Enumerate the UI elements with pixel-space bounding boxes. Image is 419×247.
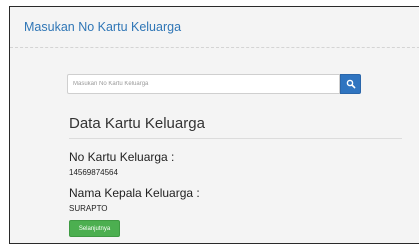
search-button[interactable] (340, 74, 361, 94)
kepala-keluarga-label: Nama Kepala Keluarga : (69, 186, 200, 200)
next-button[interactable]: Selanjutnya (69, 220, 120, 237)
kepala-keluarga-value: SURAPTO (69, 204, 108, 213)
no-kk-label: No Kartu Keluarga : (69, 150, 175, 164)
panel-heading: Masukan No Kartu Keluarga (10, 7, 419, 48)
search-icon (346, 79, 356, 89)
data-section-title: Data Kartu Keluarga (69, 115, 205, 132)
main-panel: Masukan No Kartu Keluarga Data Kartu Kel… (9, 6, 419, 244)
search-group (67, 74, 361, 94)
no-kk-value: 14569874564 (69, 168, 118, 177)
panel-title: Masukan No Kartu Keluarga (24, 20, 182, 34)
kk-search-input[interactable] (67, 74, 340, 94)
section-divider (69, 138, 402, 139)
